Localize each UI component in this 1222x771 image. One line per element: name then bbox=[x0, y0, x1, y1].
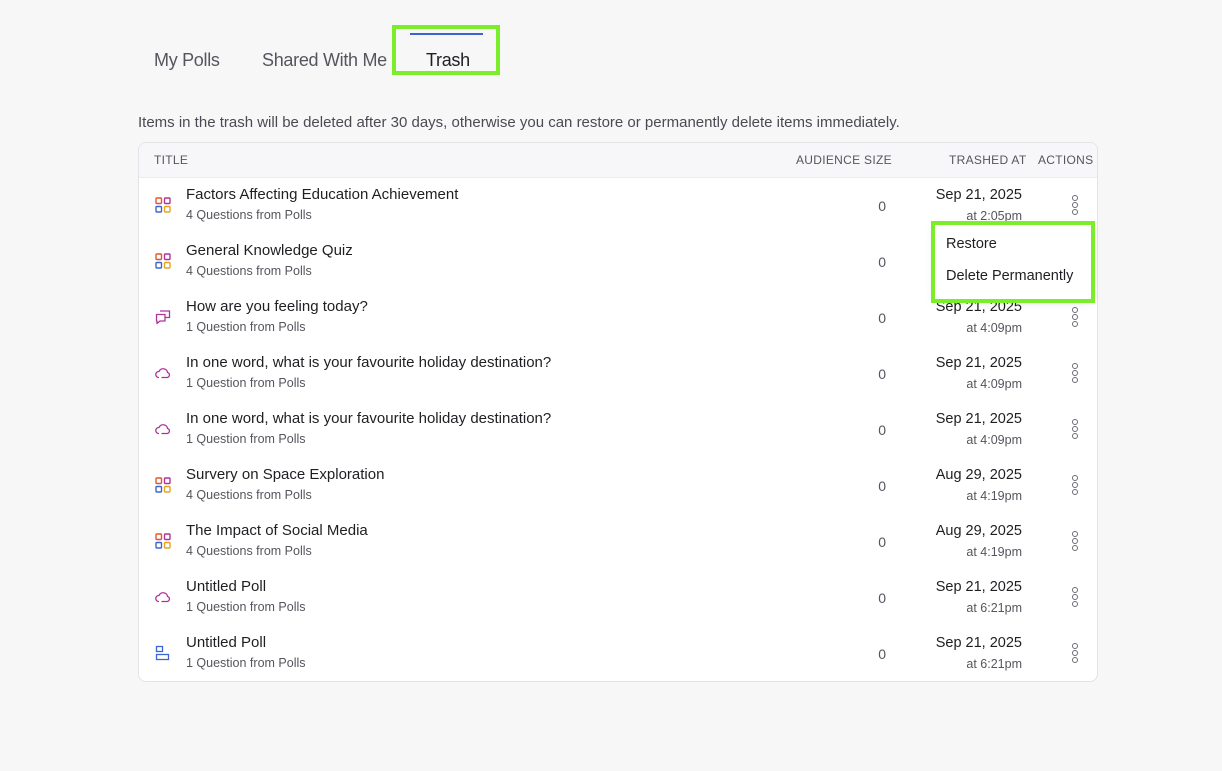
word-cloud-icon bbox=[155, 365, 171, 381]
poll-question-count: 1 Question from Polls bbox=[186, 656, 306, 670]
table-row[interactable]: In one word, what is your favourite holi… bbox=[139, 401, 1097, 457]
row-actions-menu: Restore Delete Permanently bbox=[934, 224, 1091, 300]
trash-table: TITLE AUDIENCE SIZE TRASHED AT ACTIONS F… bbox=[138, 142, 1098, 682]
restore-menu-item[interactable]: Restore bbox=[946, 236, 997, 252]
audience-size: 0 bbox=[878, 478, 886, 494]
trash-notice: Items in the trash will be deleted after… bbox=[138, 114, 900, 131]
trashed-time: at 4:09pm bbox=[966, 321, 1022, 335]
more-actions-icon[interactable] bbox=[1065, 473, 1085, 497]
trashed-date: Sep 21, 2025 bbox=[935, 187, 1022, 203]
poll-title[interactable]: In one word, what is your favourite holi… bbox=[186, 410, 551, 427]
tab-shared-with-me[interactable]: Shared With Me bbox=[262, 30, 387, 78]
poll-question-count: 1 Question from Polls bbox=[186, 600, 306, 614]
more-actions-icon[interactable] bbox=[1065, 361, 1085, 385]
poll-title[interactable]: Factors Affecting Education Achievement bbox=[186, 186, 458, 203]
poll-title[interactable]: Untitled Poll bbox=[186, 634, 266, 651]
quiz-grid-icon bbox=[155, 477, 171, 493]
poll-title[interactable]: In one word, what is your favourite holi… bbox=[186, 354, 551, 371]
quiz-grid-icon bbox=[155, 533, 171, 549]
trashed-date: Aug 29, 2025 bbox=[935, 467, 1022, 483]
delete-permanently-menu-item[interactable]: Delete Permanently bbox=[946, 268, 1073, 284]
poll-question-count: 1 Question from Polls bbox=[186, 432, 306, 446]
trashed-date: Sep 21, 2025 bbox=[935, 299, 1022, 315]
chat-bubbles-icon bbox=[155, 309, 171, 325]
poll-question-count: 4 Questions from Polls bbox=[186, 488, 312, 502]
more-actions-icon[interactable] bbox=[1065, 585, 1085, 609]
poll-question-count: 4 Questions from Polls bbox=[186, 208, 312, 222]
header-title: TITLE bbox=[154, 153, 189, 167]
table-row[interactable]: Untitled Poll 1 Question from Polls 0 Sep 2… bbox=[139, 625, 1097, 681]
poll-title[interactable]: How are you feeling today? bbox=[186, 298, 368, 315]
trashed-time: at 4:19pm bbox=[966, 489, 1022, 503]
trashed-date: Sep 21, 2025 bbox=[935, 579, 1022, 595]
poll-title[interactable]: Survery on Space Exploration bbox=[186, 466, 384, 483]
audience-size: 0 bbox=[878, 590, 886, 606]
word-cloud-icon bbox=[155, 589, 171, 605]
poll-question-count: 4 Questions from Polls bbox=[186, 544, 312, 558]
table-row[interactable]: Survery on Space Exploration 4 Questions … bbox=[139, 457, 1097, 513]
trashed-date: Sep 21, 2025 bbox=[935, 635, 1022, 651]
quiz-grid-icon bbox=[155, 253, 171, 269]
trashed-date: Sep 21, 2025 bbox=[935, 411, 1022, 427]
tab-trash[interactable]: Trash bbox=[426, 30, 470, 78]
active-tab-indicator bbox=[410, 33, 483, 35]
bar-poll-icon bbox=[155, 645, 171, 661]
poll-question-count: 1 Question from Polls bbox=[186, 320, 306, 334]
trashed-date: Sep 21, 2025 bbox=[935, 355, 1022, 371]
audience-size: 0 bbox=[878, 422, 886, 438]
poll-question-count: 4 Questions from Polls bbox=[186, 264, 312, 278]
poll-question-count: 1 Question from Polls bbox=[186, 376, 306, 390]
quiz-grid-icon bbox=[155, 197, 171, 213]
table-header: TITLE AUDIENCE SIZE TRASHED AT ACTIONS bbox=[139, 143, 1097, 178]
tab-my-polls[interactable]: My Polls bbox=[154, 30, 220, 78]
trashed-time: at 6:21pm bbox=[966, 601, 1022, 615]
table-row[interactable]: The Impact of Social Media 4 Questions fr… bbox=[139, 513, 1097, 569]
header-actions: ACTIONS bbox=[1038, 153, 1094, 167]
trashed-time: at 2:05pm bbox=[966, 209, 1022, 223]
more-actions-icon[interactable] bbox=[1065, 417, 1085, 441]
poll-title[interactable]: Untitled Poll bbox=[186, 578, 266, 595]
word-cloud-icon bbox=[155, 421, 171, 437]
poll-title[interactable]: General Knowledge Quiz bbox=[186, 242, 353, 259]
more-actions-icon[interactable] bbox=[1065, 641, 1085, 665]
trashed-time: at 4:19pm bbox=[966, 545, 1022, 559]
trashed-time: at 6:21pm bbox=[966, 657, 1022, 671]
poll-title[interactable]: The Impact of Social Media bbox=[186, 522, 368, 539]
more-actions-icon[interactable] bbox=[1065, 529, 1085, 553]
audience-size: 0 bbox=[878, 198, 886, 214]
table-row[interactable]: Untitled Poll 1 Question from Polls 0 Sep 2… bbox=[139, 569, 1097, 625]
table-row[interactable]: In one word, what is your favourite holi… bbox=[139, 345, 1097, 401]
audience-size: 0 bbox=[878, 366, 886, 382]
audience-size: 0 bbox=[878, 254, 886, 270]
audience-size: 0 bbox=[878, 646, 886, 662]
more-actions-icon[interactable] bbox=[1065, 193, 1085, 217]
header-audience-size: AUDIENCE SIZE bbox=[796, 153, 892, 167]
more-actions-icon[interactable] bbox=[1065, 305, 1085, 329]
header-trashed-at: TRASHED AT bbox=[949, 153, 1027, 167]
audience-size: 0 bbox=[878, 310, 886, 326]
trashed-date: Aug 29, 2025 bbox=[935, 523, 1022, 539]
trashed-time: at 4:09pm bbox=[966, 433, 1022, 447]
trashed-time: at 4:09pm bbox=[966, 377, 1022, 391]
audience-size: 0 bbox=[878, 534, 886, 550]
